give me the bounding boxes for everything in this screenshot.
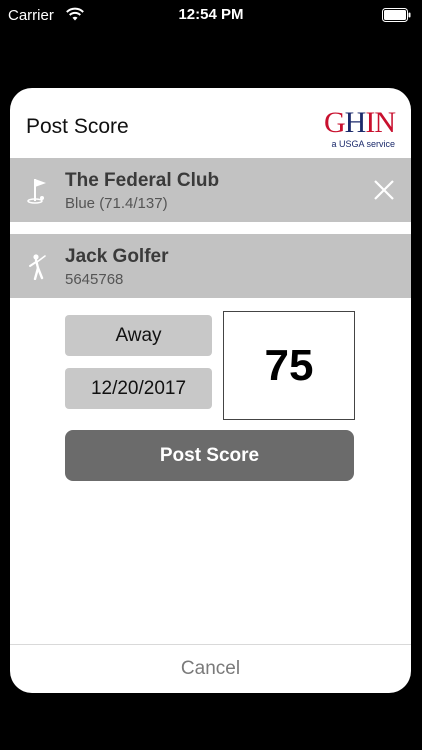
status-bar: Carrier 12:54 PM — [0, 0, 422, 32]
status-time: 12:54 PM — [178, 6, 244, 23]
player-ghin-number: 5645768 — [65, 271, 124, 288]
course-tees: Blue (71.4/137) — [65, 195, 168, 212]
score-type-button[interactable]: Away — [65, 315, 212, 356]
dialog-header: Post Score GHIN a USGA service — [10, 88, 411, 158]
cancel-button[interactable]: Cancel — [10, 645, 411, 693]
ghin-tagline: a USGA service — [331, 139, 395, 149]
dialog-title: Post Score — [26, 115, 129, 138]
golfer-icon — [26, 252, 52, 281]
ghin-logo: GHIN a USGA service — [309, 106, 396, 150]
course-name: The Federal Club — [65, 170, 220, 191]
battery-icon — [382, 8, 412, 22]
ghin-wordmark: GHIN — [324, 106, 396, 139]
golf-flag-icon — [26, 176, 52, 204]
player-name: Jack Golfer — [65, 246, 169, 267]
date-button[interactable]: 12/20/2017 — [65, 368, 212, 409]
score-input[interactable]: 75 — [223, 311, 355, 420]
player-row[interactable]: Jack Golfer 5645768 — [10, 234, 411, 298]
course-row[interactable]: The Federal Club Blue (71.4/137) — [10, 158, 411, 222]
post-score-dialog: Post Score GHIN a USGA service The Feder… — [10, 88, 411, 693]
close-icon[interactable] — [372, 178, 396, 202]
post-score-button[interactable]: Post Score — [65, 430, 354, 481]
